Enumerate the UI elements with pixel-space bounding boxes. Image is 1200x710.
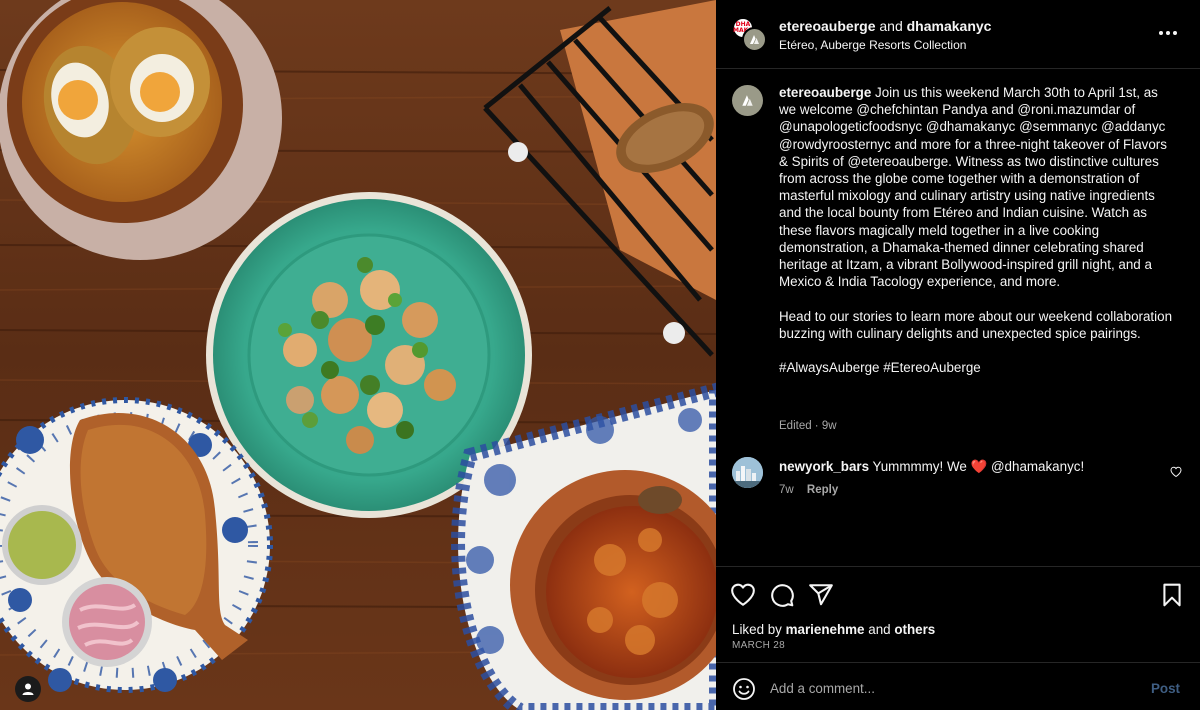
caption-hashtags[interactable]: #AlwaysAuberge #EtereoAuberge (779, 359, 1173, 376)
caption-avatar[interactable] (732, 85, 763, 116)
post-caption: etereoauberge Join us this weekend March… (779, 84, 1173, 376)
commenter-avatar[interactable] (732, 457, 763, 488)
comment-button[interactable] (769, 582, 795, 608)
collab-avatars[interactable]: DHA MAKA (732, 17, 767, 53)
reply-button[interactable]: Reply (807, 484, 838, 496)
author-username[interactable]: etereoauberge (779, 18, 875, 34)
collab-username[interactable]: dhamakanyc (907, 18, 992, 34)
post-authors: etereoauberge and dhamakanyc (779, 18, 991, 34)
caption-paragraph-2: Head to our stories to learn more about … (779, 308, 1173, 341)
comment-input[interactable] (770, 677, 1130, 699)
post-date[interactable]: MARCH 28 (732, 640, 785, 651)
caption-text: Join us this weekend March 30th to April… (779, 85, 1167, 290)
add-comment-bar: Post (716, 662, 1200, 710)
liked-by-text: Liked by marienehme and others (732, 622, 935, 637)
caption-meta: Edited · 9w (779, 420, 837, 432)
liked-by-prefix: Liked by (732, 622, 782, 637)
emoji-icon (733, 678, 755, 700)
user-tag-icon (22, 683, 34, 695)
comment-mention[interactable]: @dhamakanyc! (991, 459, 1084, 474)
post-comment-button[interactable]: Post (1151, 681, 1180, 696)
authors-connector: and (879, 18, 903, 34)
share-button[interactable] (808, 582, 834, 608)
post-header: DHA MAKA etereoauberge and dhamakanyc Et… (716, 0, 1200, 69)
city-skyline-image (732, 457, 763, 488)
share-icon (809, 584, 833, 606)
like-button[interactable] (730, 582, 756, 608)
commenter-username[interactable]: newyork_bars (779, 459, 869, 474)
heart-outline-icon (1170, 466, 1182, 478)
liked-by-and: and (868, 622, 891, 637)
etereo-logo-icon (750, 35, 759, 44)
comment-like-button[interactable] (1170, 465, 1182, 483)
save-icon (1163, 583, 1181, 607)
comment-meta: 7w Reply (779, 484, 838, 496)
heart-emoji: ❤️ (970, 460, 988, 475)
liked-by-others[interactable]: others (894, 622, 935, 637)
post-side-panel: DHA MAKA etereoauberge and dhamakanyc Et… (716, 0, 1200, 710)
user-tag-button[interactable] (15, 676, 41, 702)
food-photo (0, 0, 716, 710)
comments-scroll-area[interactable]: etereoauberge Join us this weekend March… (716, 70, 1200, 566)
comment-body: newyork_bars Yummmmy! We ❤️ @dhamakanyc! (779, 459, 1084, 475)
comment-icon (771, 584, 794, 607)
comment-text: Yummmmy! We (872, 459, 967, 474)
more-icon (1159, 31, 1177, 35)
save-button[interactable] (1159, 582, 1185, 608)
like-icon (731, 583, 755, 606)
more-options-button[interactable] (1156, 21, 1180, 45)
emoji-picker-button[interactable] (732, 677, 756, 701)
etereo-avatar[interactable] (742, 27, 767, 52)
comment-time: 7w (779, 484, 794, 496)
caption-username[interactable]: etereoauberge (779, 85, 871, 100)
action-bar: Liked by marienehme and others MARCH 28 (716, 566, 1200, 662)
post-photo[interactable] (0, 0, 716, 710)
post-location[interactable]: Etéreo, Auberge Resorts Collection (779, 38, 966, 52)
etereo-logo-icon (742, 95, 753, 106)
liked-by-user[interactable]: marienehme (786, 622, 865, 637)
